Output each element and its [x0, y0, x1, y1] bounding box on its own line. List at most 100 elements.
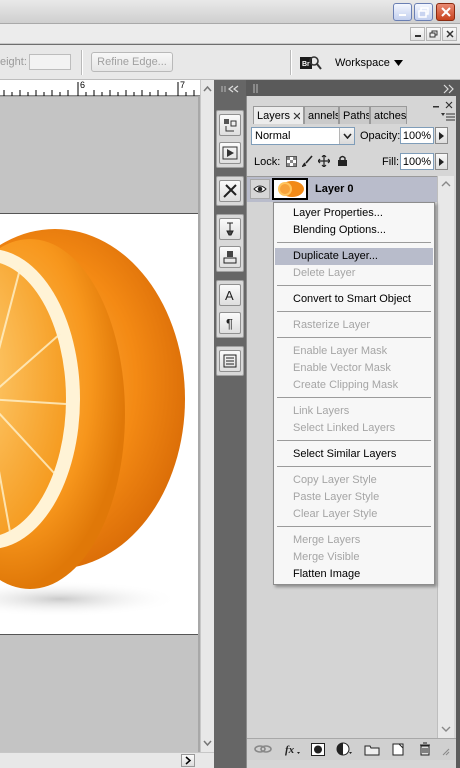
panel-resize-grip[interactable]	[440, 746, 450, 756]
menu-item-blending-options[interactable]: Blending Options...	[275, 222, 433, 239]
delete-layer-button[interactable]	[416, 741, 434, 757]
brushes-panel-button[interactable]	[219, 218, 241, 240]
blend-mode-dropdown-button[interactable]	[339, 128, 354, 144]
layer-thumbnail[interactable]	[272, 178, 308, 200]
minimize-button[interactable]	[393, 3, 412, 21]
tool-presets-button[interactable]	[219, 180, 241, 202]
close-button[interactable]	[436, 3, 455, 21]
menu-item-flatten-image[interactable]: Flatten Image	[275, 566, 433, 583]
menu-item-clear-layer-style[interactable]: Clear Layer Style	[275, 506, 433, 523]
restore-icon	[418, 6, 429, 18]
dock-grip[interactable]	[220, 84, 240, 93]
canvas-vertical-scrollbar[interactable]	[200, 80, 214, 752]
svg-text:Br: Br	[302, 61, 310, 68]
menu-item-link-layers[interactable]: Link Layers	[275, 403, 433, 420]
info-icon	[223, 354, 237, 368]
new-group-button[interactable]	[363, 741, 381, 757]
menu-item-merge-visible[interactable]: Merge Visible	[275, 549, 433, 566]
fill-slider-button[interactable]	[435, 153, 448, 170]
tab-swatches[interactable]: atches	[370, 106, 407, 124]
mask-icon	[311, 742, 325, 756]
menu-separator	[277, 337, 431, 338]
horizontal-ruler[interactable]: 6 7	[0, 80, 200, 96]
tab-channels[interactable]: annels	[304, 106, 339, 124]
move-icon	[318, 155, 330, 167]
menu-item-duplicate-layer[interactable]: Duplicate Layer...	[275, 248, 433, 265]
minimize-icon	[433, 106, 439, 108]
workspace-menu-button[interactable]: Workspace	[335, 53, 413, 73]
height-input[interactable]	[29, 54, 71, 70]
menu-item-delete-layer[interactable]: Delete Layer	[275, 265, 433, 282]
menu-item-enable-layer-mask[interactable]: Enable Layer Mask	[275, 343, 433, 360]
actions-panel-button[interactable]	[219, 142, 241, 164]
lock-all-button[interactable]	[336, 155, 348, 167]
menu-item-create-clipping-mask[interactable]: Create Clipping Mask	[275, 377, 433, 394]
fx-icon: fx	[285, 744, 300, 756]
scroll-right-button[interactable]	[181, 754, 195, 767]
tab-layers-label: Layers	[257, 109, 291, 122]
menu-item-convert-to-smart-object[interactable]: Convert to Smart Object	[275, 291, 433, 308]
history-panel-button[interactable]	[219, 114, 241, 136]
chevron-down-icon	[342, 133, 352, 139]
fill-label: Fill:	[382, 156, 400, 168]
document-image[interactable]	[0, 213, 198, 635]
character-icon: A	[225, 288, 234, 303]
panel-menu-button[interactable]	[440, 111, 456, 123]
link-layers-button[interactable]	[254, 741, 272, 757]
layer-visibility-toggle[interactable]	[250, 179, 270, 199]
restore-button[interactable]	[414, 3, 433, 21]
close-tab-icon[interactable]	[293, 112, 300, 120]
paragraph-icon: ¶	[226, 316, 233, 331]
menu-item-paste-layer-style[interactable]: Paste Layer Style	[275, 489, 433, 506]
brush-icon	[302, 155, 313, 167]
clone-source-button[interactable]	[219, 246, 241, 268]
options-bar: eight: Refine Edge... Br Workspace	[0, 45, 460, 80]
height-label: eight:	[0, 56, 27, 68]
layer-style-button[interactable]: fx	[284, 741, 302, 757]
menu-item-enable-vector-mask[interactable]: Enable Vector Mask	[275, 360, 433, 377]
menu-item-rasterize-layer[interactable]: Rasterize Layer	[275, 317, 433, 334]
tab-paths[interactable]: Paths	[339, 106, 370, 124]
close-icon	[440, 7, 451, 17]
add-mask-button[interactable]	[309, 741, 327, 757]
menu-item-select-similar-layers[interactable]: Select Similar Layers	[275, 446, 433, 463]
opacity-input[interactable]: 100%	[400, 127, 434, 144]
layer-name[interactable]: Layer 0	[315, 183, 354, 195]
tab-paths-label: Paths	[343, 109, 370, 122]
lock-pixels-button[interactable]	[302, 155, 314, 167]
adjustment-layer-button[interactable]	[336, 741, 354, 757]
tab-layers[interactable]: Layers	[253, 106, 304, 124]
new-layer-button[interactable]	[389, 741, 407, 757]
refine-edge-button[interactable]: Refine Edge...	[91, 52, 173, 72]
blend-mode-value: Normal	[255, 130, 291, 142]
doc-close-button[interactable]	[442, 27, 457, 41]
expand-double-arrow-icon[interactable]	[442, 84, 456, 94]
opacity-slider-button[interactable]	[435, 127, 448, 144]
character-panel-button[interactable]: A	[219, 284, 241, 306]
lock-position-button[interactable]	[318, 155, 330, 167]
canvas-horizontal-scrollbar[interactable]	[0, 752, 214, 768]
svg-text:fx: fx	[285, 744, 295, 756]
brush-icon	[226, 222, 234, 236]
tools-icon	[223, 184, 237, 198]
menu-item-select-linked-layers[interactable]: Select Linked Layers	[275, 420, 433, 437]
lock-transparent-button[interactable]	[285, 155, 297, 167]
doc-restore-button[interactable]	[426, 27, 441, 41]
lock-icon	[337, 155, 347, 166]
fill-input[interactable]: 100%	[400, 153, 434, 170]
tool-group-4: A ¶	[216, 280, 244, 338]
half-circle-icon	[336, 742, 352, 756]
restore-icon	[429, 30, 438, 37]
paragraph-panel-button[interactable]: ¶	[219, 312, 241, 334]
menu-item-copy-layer-style[interactable]: Copy Layer Style	[275, 472, 433, 489]
menu-item-layer-properties[interactable]: Layer Properties...	[275, 205, 433, 222]
close-icon	[445, 101, 453, 109]
layers-vertical-scrollbar[interactable]	[437, 176, 454, 738]
checker-icon	[285, 155, 297, 167]
doc-minimize-button[interactable]	[410, 27, 425, 41]
panel-close-button[interactable]	[444, 100, 454, 110]
bridge-button[interactable]: Br	[297, 52, 323, 74]
panel-minimize-button[interactable]	[431, 100, 441, 110]
info-panel-button[interactable]	[219, 350, 241, 372]
menu-item-merge-layers[interactable]: Merge Layers	[275, 532, 433, 549]
